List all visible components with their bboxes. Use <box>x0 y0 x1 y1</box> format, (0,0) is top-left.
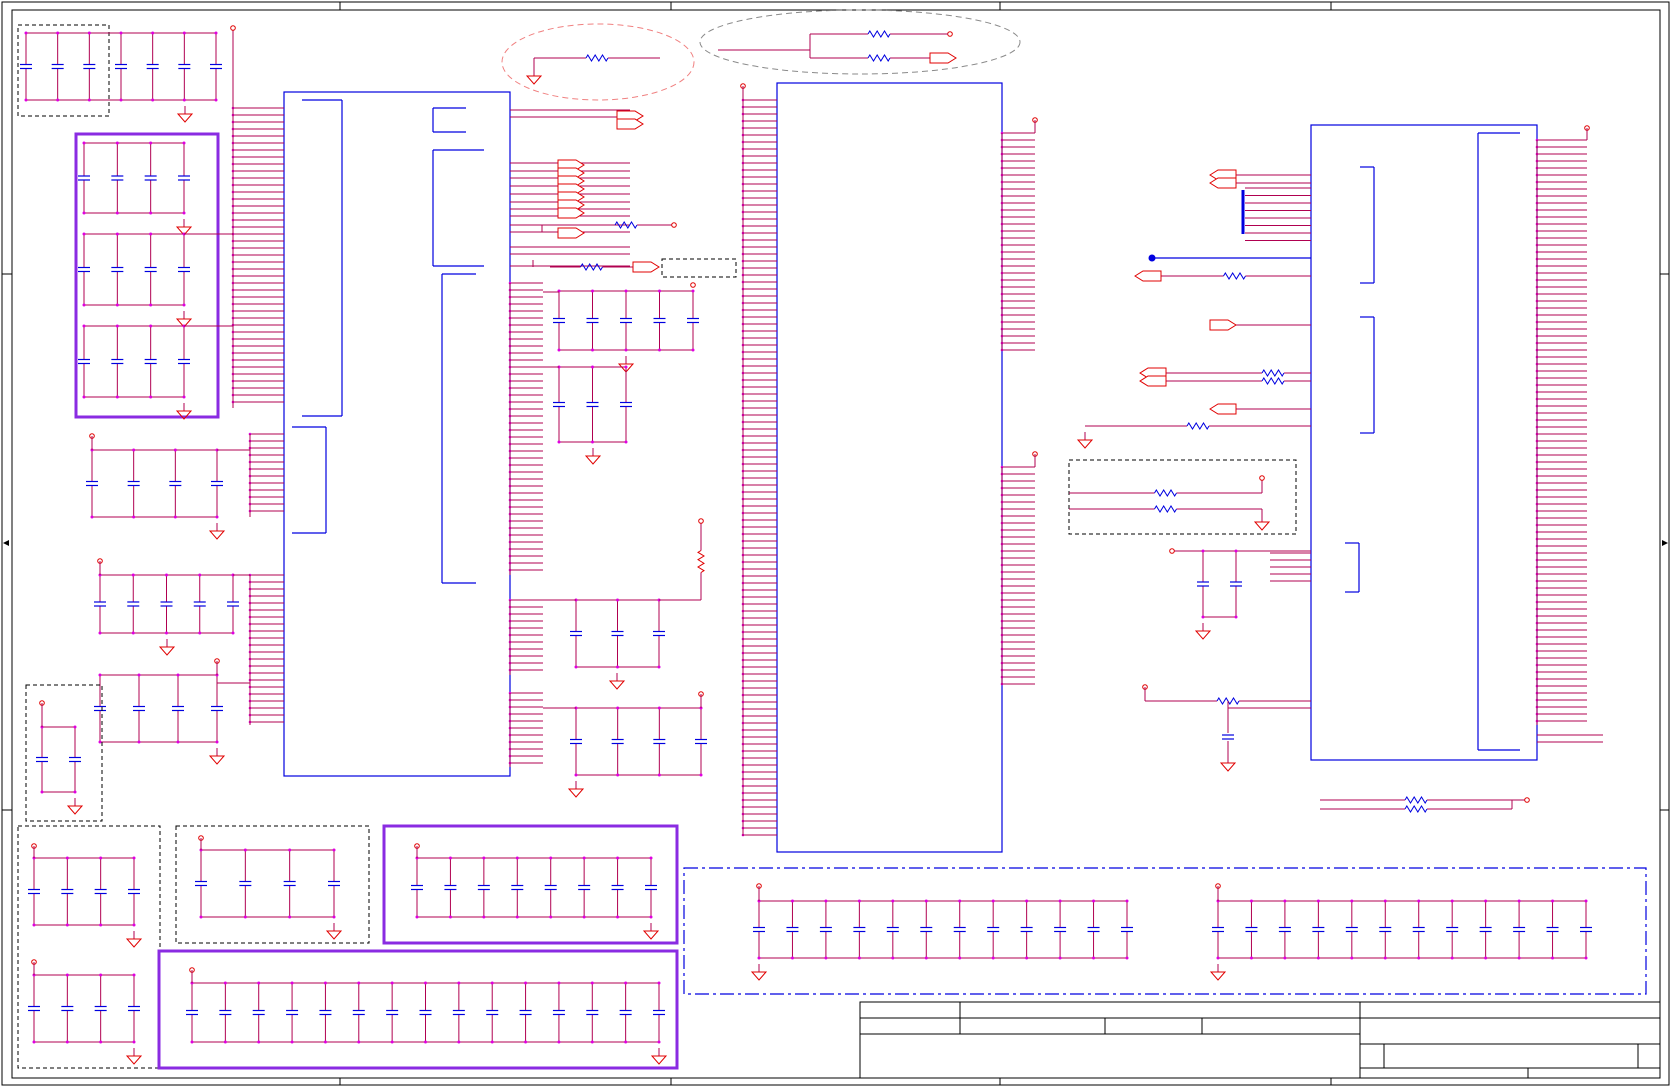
capacitor-bank <box>94 673 223 744</box>
capacitor-bank <box>553 289 699 352</box>
resistor <box>1069 489 1262 497</box>
ground-symbol <box>750 964 768 981</box>
pin-group-bracket <box>1345 542 1360 593</box>
net-flag <box>1209 319 1237 331</box>
ic2-left-pins <box>741 98 777 837</box>
net-flag <box>1134 270 1162 282</box>
capacitor-bank <box>94 573 239 635</box>
ground-symbol <box>125 931 143 948</box>
capacitor-bank <box>411 856 657 919</box>
resistor <box>1235 369 1311 377</box>
dashed-box <box>25 684 103 822</box>
ground-symbol <box>1253 514 1271 531</box>
edge-arrow-left <box>3 540 9 546</box>
ground-symbol <box>176 106 194 123</box>
dashed-box <box>17 825 370 1069</box>
ground-symbol <box>525 68 543 85</box>
resistor <box>1320 796 1512 804</box>
ic3-left-nets <box>1148 174 1311 515</box>
resistor <box>580 221 672 229</box>
ground-symbol <box>584 448 602 465</box>
ic1-right-pins-b <box>508 598 543 675</box>
ground-symbol <box>208 523 226 540</box>
resistor <box>1235 377 1311 385</box>
resistor <box>1158 272 1311 280</box>
capacitor-bank <box>78 232 190 307</box>
ground-symbol <box>650 1048 668 1065</box>
ic3-cap-pair <box>1142 548 1530 809</box>
capacitor-bank <box>570 598 665 669</box>
ground-symbol <box>567 781 585 798</box>
edge-arrow-right <box>1662 540 1668 546</box>
capacitor-bank <box>553 365 632 444</box>
ic1-internal-groups <box>292 99 484 584</box>
capacitor-bank <box>753 899 1133 960</box>
net-flag <box>1139 375 1167 387</box>
capacitor-bank <box>1197 549 1242 619</box>
resistor <box>1069 505 1262 513</box>
ground-symbol <box>125 1048 143 1065</box>
net-flag <box>929 52 957 64</box>
pin-group-bracket <box>1360 166 1375 284</box>
pin-group-bracket <box>1360 316 1375 434</box>
capacitor-bank <box>36 725 81 794</box>
dashed-box <box>661 258 737 278</box>
dashed-box <box>17 24 110 117</box>
ground-symbol <box>1209 964 1227 981</box>
capacitor-single <box>1222 701 1234 755</box>
ground-symbol <box>642 923 660 940</box>
ground-symbol <box>66 798 84 815</box>
capacitor-bank <box>20 31 222 102</box>
net-flag <box>1209 177 1237 189</box>
resistor <box>534 54 660 62</box>
capacitor-bank <box>78 324 190 399</box>
capacitor-bank <box>570 706 707 777</box>
ground-symbol <box>1219 755 1237 772</box>
capacitor-bank <box>28 973 140 1044</box>
capacitor-bank <box>86 448 223 519</box>
resistor <box>810 54 948 62</box>
purple-group <box>157 824 679 1070</box>
ic2-right-pins-low <box>1000 465 1035 686</box>
ic3-internal-bracket <box>1477 132 1520 751</box>
ground-symbol <box>1194 623 1212 640</box>
title-block <box>859 1001 1661 1079</box>
ic-bodies <box>283 82 1538 853</box>
ground-symbol <box>325 923 343 940</box>
resistor <box>697 523 705 600</box>
ground-symbol <box>1076 432 1094 449</box>
ground-symbol <box>158 639 176 656</box>
ic1-right-pins-a <box>508 281 543 575</box>
resistor <box>810 30 948 38</box>
ic1-left-pins-low <box>248 573 284 725</box>
net-flag <box>632 261 660 273</box>
schematic-sheet <box>0 0 1671 1087</box>
net-flag <box>616 118 644 130</box>
capacitor-bank <box>1212 899 1592 960</box>
ic1-left-pins-mid <box>248 432 284 517</box>
net-flag <box>1209 403 1237 415</box>
resistor <box>1320 805 1512 813</box>
ic1-left-pins-top <box>231 106 284 408</box>
ground-symbol <box>608 673 626 690</box>
capacitor-bank <box>186 981 665 1044</box>
schematic-canvas <box>1 1 1670 1086</box>
ground-symbol <box>208 748 226 765</box>
ic3-right-pins <box>1535 138 1587 725</box>
capacitor-bank <box>78 141 190 215</box>
capacitor-bank <box>28 856 140 927</box>
dashed-box <box>1068 459 1297 535</box>
ic1-right-pins-c <box>508 691 543 767</box>
schematic-content <box>17 9 1647 1070</box>
resistor <box>550 263 633 271</box>
resistor <box>1085 422 1311 430</box>
capacitor-bank <box>195 848 340 919</box>
net-flag <box>557 227 585 239</box>
ic2-right-pins-top <box>1000 131 1035 352</box>
